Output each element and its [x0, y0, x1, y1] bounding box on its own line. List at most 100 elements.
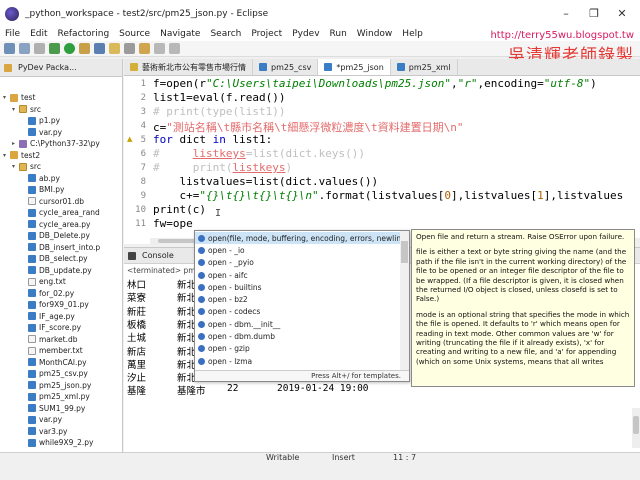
autocomplete-item[interactable]: open - lzma [195, 355, 401, 367]
tree-item[interactable]: p1.py [21, 115, 60, 126]
autocomplete-footer: Press Alt+/ for templates. [195, 370, 409, 381]
tab-pm25-xml[interactable]: pm25_xml [391, 59, 458, 75]
menu-run[interactable]: Run [330, 29, 347, 39]
minimize-button[interactable]: – [552, 0, 580, 27]
tree-item[interactable]: ▸ C:\Python37-32\py [12, 138, 100, 149]
autocomplete-item-label: open(file, mode, buffering, encoding, er… [208, 233, 409, 243]
tree-item[interactable]: ab.py [21, 173, 60, 184]
tree-item[interactable]: member.txt [21, 345, 83, 356]
debug-icon[interactable] [49, 43, 60, 54]
scrollbar-thumb[interactable] [633, 416, 639, 434]
line-number: 2 [140, 93, 146, 103]
tree-item[interactable]: DB_Delete.py [21, 230, 90, 241]
autocomplete-item[interactable]: open - bz2 [195, 294, 401, 306]
tree-item[interactable]: IF_age.py [21, 311, 75, 322]
tab-pm25-csv[interactable]: pm25_csv [253, 59, 319, 75]
code-line: # print(type(list1)) [153, 105, 286, 118]
print-icon[interactable] [34, 43, 45, 54]
tree-item[interactable]: BMI.py [21, 184, 64, 195]
autocomplete-item[interactable]: open - builtins [195, 281, 401, 293]
autocomplete-item[interactable]: open - dbm.dumb [195, 330, 401, 342]
tree-item[interactable]: for_02.py [21, 288, 74, 299]
tree-item[interactable]: ▾ src [12, 161, 41, 172]
tree-item[interactable]: eng.txt [21, 276, 66, 287]
tree-item-label: p1.py [39, 116, 61, 125]
python-file-icon [28, 254, 36, 263]
external-tools-icon[interactable] [79, 43, 90, 54]
scrollbar-thumb[interactable] [401, 241, 408, 263]
new-file-icon[interactable] [4, 43, 15, 54]
tree-item[interactable]: ▾ test2 [3, 150, 40, 161]
expand-toggle-icon[interactable]: ▾ [12, 106, 19, 113]
menu-navigate[interactable]: Navigate [160, 29, 200, 39]
console-cell: 基隆市 [177, 386, 206, 398]
search-icon[interactable] [124, 43, 135, 54]
menu-refactoring[interactable]: Refactoring [58, 29, 110, 39]
tree-item[interactable]: cursor01.db [21, 196, 84, 207]
open-folder-icon[interactable] [109, 43, 120, 54]
tab-pm25-json[interactable]: *pm25_json [318, 59, 391, 75]
autocomplete-item[interactable]: open - dbm.__init__ [195, 318, 401, 330]
autocomplete-scrollbar[interactable] [400, 231, 409, 371]
tree-item-label: pm25_json.py [39, 380, 92, 390]
autocomplete-item-label: open - aifc [208, 270, 248, 280]
tree-item[interactable]: cycle_area_rand [21, 207, 100, 218]
tree-item[interactable]: var.py [21, 127, 62, 138]
expand-toggle-icon[interactable]: ▾ [3, 94, 10, 101]
autocomplete-item[interactable]: open - codecs [195, 306, 401, 318]
tree-item[interactable]: var3.py [21, 426, 67, 437]
menu-help[interactable]: Help [402, 29, 423, 39]
back-arrow-icon[interactable] [154, 43, 165, 54]
tab-market-prices[interactable]: 藝術新北市公有零售市場行情 [124, 59, 253, 75]
autocomplete-item[interactable]: open - gzip [195, 343, 401, 355]
menu-pydev[interactable]: Pydev [292, 29, 319, 39]
tree-item[interactable]: pm25_xml.py [21, 391, 90, 402]
line-number: 4 [140, 121, 146, 131]
menu-search[interactable]: Search [210, 29, 241, 39]
tree-item-label: pm25_csv.py [39, 369, 88, 378]
menu-window[interactable]: Window [357, 29, 393, 39]
tree-item[interactable]: market.db [21, 334, 78, 345]
tree-item[interactable]: DB_select.py [21, 253, 88, 264]
tree-item[interactable]: DB_insert_into.p [21, 242, 100, 253]
tree-item[interactable]: pm25_csv.py [21, 368, 88, 379]
save-icon[interactable] [19, 43, 30, 54]
autocomplete-item[interactable]: open - aifc [195, 269, 401, 281]
run-icon[interactable] [64, 43, 75, 54]
tree-item[interactable]: ▾ src [12, 104, 41, 115]
python-file-icon [28, 392, 36, 401]
tree-item[interactable]: ▾ test [3, 92, 35, 103]
menu-file[interactable]: File [5, 29, 20, 39]
console-cell: 板橋 [127, 319, 147, 331]
python-file-icon [396, 63, 405, 71]
open-type-icon[interactable] [94, 43, 105, 54]
tree-item[interactable]: pm25_json.py [21, 380, 91, 391]
tree-item[interactable]: MonthCAl.py [21, 357, 87, 368]
autocomplete-item-label: open - dbm.dumb [208, 332, 275, 342]
menu-project[interactable]: Project [251, 29, 282, 39]
pencil-icon[interactable] [139, 43, 150, 54]
tree-item[interactable]: SUM1_99.py [21, 403, 85, 414]
menu-source[interactable]: Source [119, 29, 150, 39]
maximize-button[interactable]: ❐ [580, 0, 608, 27]
package-explorer-tab[interactable]: PyDev Packa... [0, 59, 122, 77]
tree-item[interactable]: var.py [21, 414, 62, 425]
menu-edit[interactable]: Edit [30, 29, 47, 39]
autocomplete-item[interactable]: open - _io [195, 244, 401, 256]
tree-item[interactable]: IF_score.py [21, 322, 81, 333]
autocomplete-item[interactable]: open(file, mode, buffering, encoding, er… [195, 232, 408, 245]
expand-toggle-icon[interactable]: ▸ [12, 140, 19, 147]
python-file-icon [28, 300, 36, 309]
tree-item[interactable]: DB_update.py [21, 265, 92, 276]
code-editor[interactable]: 1 2 3 4 5 6 7 8 9 10 11 ▲ f=open(r"C:\Us… [124, 76, 640, 244]
python-file-icon [28, 116, 36, 125]
expand-toggle-icon[interactable]: ▾ [3, 152, 10, 159]
close-button[interactable]: ✕ [608, 0, 636, 27]
expand-toggle-icon[interactable]: ▾ [12, 163, 19, 170]
tree-item[interactable]: cycle_area.py [21, 219, 90, 230]
tree-item[interactable]: for9X9_01.py [21, 299, 89, 310]
console-vertical-scrollbar[interactable] [632, 408, 640, 448]
autocomplete-item[interactable]: open - _pyio [195, 257, 401, 269]
tree-item[interactable]: while9X9_2.py [21, 437, 93, 448]
forward-arrow-icon[interactable] [169, 43, 180, 54]
